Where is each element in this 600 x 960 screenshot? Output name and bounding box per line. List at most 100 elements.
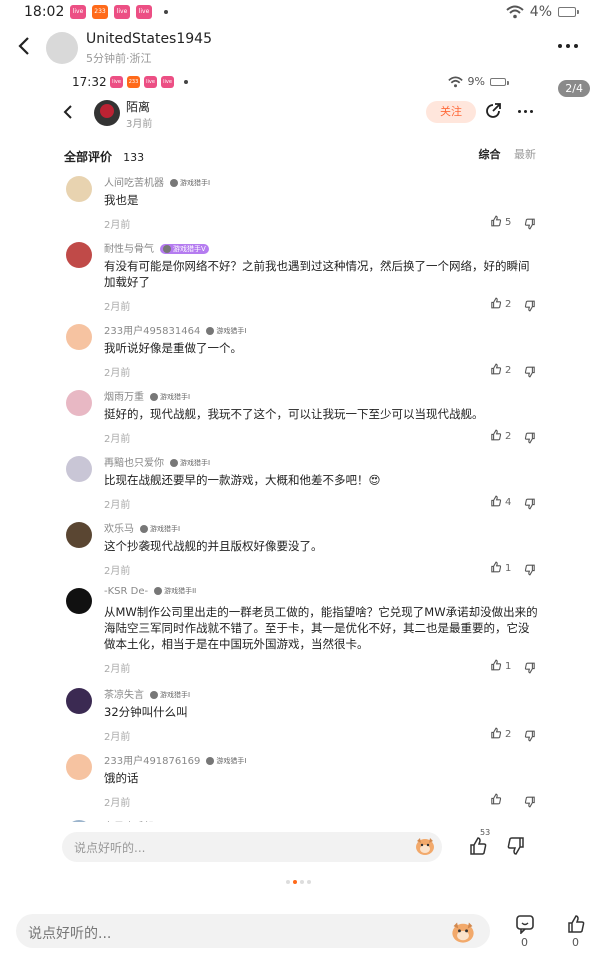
- reviewer-name[interactable]: 陌离: [126, 98, 150, 115]
- comment-text: 我听说好像是重做了一个。: [104, 341, 242, 355]
- thumbs-down-icon[interactable]: [524, 363, 536, 378]
- inner-comment-input[interactable]: 说点好听的...: [62, 832, 442, 862]
- inner-header: 陌离 3月前 关注: [56, 94, 546, 134]
- thumbs-down-icon[interactable]: [524, 793, 536, 808]
- status-bar: 18:02 live 233 live live 4%: [0, 0, 600, 26]
- back-arrow-icon[interactable]: [62, 104, 74, 120]
- carousel-dot: [300, 880, 304, 884]
- user-level-badge: 游戏猎手I: [140, 524, 180, 534]
- comment-like-button[interactable]: 2: [490, 297, 511, 312]
- embedded-screenshot[interactable]: 17:32 live 233 live live 9% 陌离 3月前 关注 全部…: [56, 70, 546, 878]
- comment-like-button[interactable]: 1: [490, 561, 511, 576]
- user-level-badge: 游戏猎手I: [150, 392, 190, 402]
- badge-icon: [140, 525, 148, 533]
- commenter-name[interactable]: 烟雨万重 游戏猎手I: [104, 388, 190, 403]
- post-header: UnitedStates1945 5分钟前·浙江: [0, 26, 600, 70]
- tab-latest[interactable]: 最新: [514, 148, 536, 161]
- comment-input[interactable]: 说点好听的...: [16, 914, 490, 948]
- comment-text: 饿的话: [104, 771, 139, 785]
- commenter-name-text: 茶凉失言: [104, 690, 144, 701]
- comment-like-button[interactable]: 5: [490, 215, 511, 230]
- thumbs-down-icon[interactable]: [524, 297, 536, 312]
- badge-text: 游戏猎手I: [180, 179, 211, 187]
- notification-icons: live 233 live live: [70, 5, 168, 19]
- more-options-icon[interactable]: [558, 44, 578, 48]
- comment-like-button[interactable]: 2: [490, 363, 511, 378]
- comment-date: 2月前: [104, 220, 131, 231]
- carousel-dot-active: [293, 880, 297, 884]
- carousel-dots: [286, 880, 311, 884]
- commenter-avatar[interactable]: [66, 754, 92, 780]
- commenter-name[interactable]: 再黯也只爱你 游戏猎手I: [104, 454, 210, 469]
- share-icon[interactable]: [484, 102, 502, 120]
- comment-like-button[interactable]: [490, 793, 505, 808]
- comment-like-button[interactable]: 2: [490, 727, 511, 742]
- back-arrow-icon[interactable]: [16, 36, 32, 56]
- thumbs-up-icon[interactable]: [566, 914, 586, 934]
- thumbs-down-icon[interactable]: [524, 429, 536, 444]
- comment-date: 2月前: [104, 500, 131, 511]
- commenter-name[interactable]: 233用户491876169 游戏猎手I: [104, 752, 246, 767]
- commenter-name[interactable]: 233用户495831464 游戏猎手I: [104, 322, 246, 337]
- thumbs-up-icon[interactable]: [468, 836, 488, 856]
- inner-battery-percent: 9%: [467, 75, 485, 88]
- commenter-avatar[interactable]: [66, 588, 92, 614]
- commenter-name[interactable]: 欢乐马 游戏猎手I: [104, 520, 180, 535]
- comment-like-button[interactable]: 2: [490, 429, 511, 444]
- dog-emoji-icon[interactable]: [450, 920, 476, 944]
- commenter-name[interactable]: -KSR De- 游戏猎手II: [104, 586, 196, 597]
- comment-date: 2月前: [104, 798, 131, 809]
- badge-icon: [150, 393, 158, 401]
- comment-text: 32分钟叫什么叫: [104, 705, 188, 719]
- reviewer-avatar[interactable]: [94, 100, 120, 126]
- all-reviews-title: 全部评价: [64, 150, 113, 164]
- commenter-avatar[interactable]: [66, 176, 92, 202]
- thumbs-down-icon[interactable]: [524, 561, 536, 576]
- thumbs-up-icon: [490, 561, 502, 576]
- commenter-avatar[interactable]: [66, 688, 92, 714]
- commenter-avatar[interactable]: [66, 242, 92, 268]
- app-notification-icon: live: [144, 76, 157, 88]
- follow-button[interactable]: 关注: [426, 101, 476, 123]
- comment-date: 2月前: [104, 434, 131, 445]
- more-options-icon[interactable]: [518, 110, 533, 113]
- thumbs-up-icon: [490, 793, 502, 808]
- comment-like-count: 2: [505, 299, 512, 310]
- author-avatar[interactable]: [46, 32, 78, 64]
- bottom-bar: 说点好听的... 0 0: [0, 900, 600, 960]
- comment-like-count: 5: [505, 217, 512, 228]
- thumbs-down-icon[interactable]: [524, 659, 536, 674]
- thumbs-down-icon[interactable]: [524, 215, 536, 230]
- thumbs-down-icon[interactable]: [506, 836, 526, 856]
- comment-like-button[interactable]: 4: [490, 495, 511, 510]
- comment-count: 0: [521, 936, 528, 949]
- commenter-name-text: 耐性与骨气: [104, 244, 154, 255]
- user-level-badge: 游戏猎手I: [170, 458, 210, 468]
- thumbs-down-icon[interactable]: [524, 495, 536, 510]
- app-233-icon: 233: [92, 5, 108, 19]
- thumbs-up-icon: [490, 727, 502, 742]
- commenter-avatar[interactable]: [66, 390, 92, 416]
- comment-like-count: 1: [505, 563, 512, 574]
- comment-icon[interactable]: [515, 914, 535, 934]
- commenter-name[interactable]: 茶凉失言 游戏猎手I: [104, 686, 190, 701]
- comment-like-button[interactable]: 1: [490, 659, 511, 674]
- tab-comprehensive[interactable]: 综合: [479, 148, 501, 161]
- commenter-avatar[interactable]: [66, 522, 92, 548]
- author-name[interactable]: UnitedStates1945: [86, 31, 212, 47]
- inner-status-time: 17:32: [72, 75, 107, 89]
- thumbs-down-icon[interactable]: [524, 727, 536, 742]
- badge-text: 游戏猎手V: [173, 245, 206, 253]
- inner-status-bar: 17:32 live 233 live live 9%: [56, 70, 546, 94]
- battery-percent: 4%: [529, 4, 552, 20]
- commenter-avatar[interactable]: [66, 456, 92, 482]
- user-level-badge: 游戏猎手I: [150, 690, 190, 700]
- commenter-name[interactable]: 耐性与骨气 游戏猎手V: [104, 240, 209, 255]
- more-notifications-icon: [164, 10, 168, 14]
- commenter-avatar[interactable]: [66, 324, 92, 350]
- comment-text: 挺好的，现代战舰，我玩不了这个，可以让我玩一下至少可以当现代战舰。: [104, 407, 484, 421]
- comment-text: 这个抄袭现代战舰的并且版权好像要没了。: [104, 539, 323, 553]
- dog-emoji-icon[interactable]: [414, 836, 436, 856]
- comment-like-count: 2: [505, 729, 512, 740]
- commenter-name[interactable]: 人间吃苦机器 游戏猎手I: [104, 174, 210, 189]
